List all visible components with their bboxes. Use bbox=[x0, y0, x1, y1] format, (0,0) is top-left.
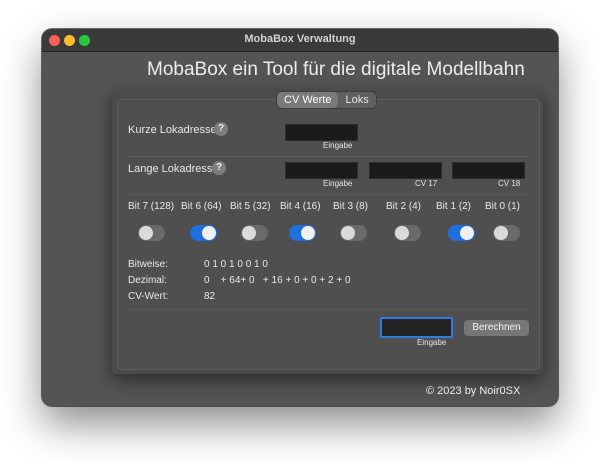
page-title: MobaBox ein Tool für die digitale Modell… bbox=[147, 59, 525, 80]
tab-loks[interactable]: Loks bbox=[338, 92, 375, 108]
dezimal-label: Dezimal: bbox=[128, 275, 167, 286]
bit-0-toggle[interactable] bbox=[493, 225, 520, 241]
toggle-knob bbox=[341, 226, 355, 240]
divider bbox=[128, 156, 528, 157]
bitweise-label: Bitweise: bbox=[128, 259, 169, 270]
short-address-caption: Eingabe bbox=[323, 141, 353, 150]
bit-2-label: Bit 2 (4) bbox=[386, 201, 422, 212]
bitweise-value: 0 1 0 1 0 0 1 0 bbox=[204, 259, 268, 270]
bit-7-label: Bit 7 (128) bbox=[128, 201, 175, 212]
cv-wert-label: CV-Wert: bbox=[128, 291, 169, 302]
bit-6-toggle[interactable] bbox=[190, 225, 217, 241]
toggle-knob bbox=[494, 226, 508, 240]
app-window: MobaBox Verwaltung MobaBox ein Tool für … bbox=[42, 29, 558, 406]
toggle-knob bbox=[242, 226, 256, 240]
bit-1-label: Bit 1 (2) bbox=[436, 201, 472, 212]
bit-0-label: Bit 0 (1) bbox=[485, 201, 521, 212]
calc-input[interactable] bbox=[380, 317, 453, 338]
short-address-label: Kurze Lokadresse bbox=[128, 124, 217, 136]
long-address-label: Lange Lokadresse bbox=[128, 163, 219, 175]
toggle-knob bbox=[395, 226, 409, 240]
window-title: MobaBox Verwaltung bbox=[244, 33, 356, 45]
long-address-input[interactable] bbox=[285, 162, 358, 179]
title-bar: MobaBox Verwaltung bbox=[42, 29, 558, 52]
cv18-field[interactable] bbox=[452, 162, 525, 179]
short-address-help-button[interactable]: ? bbox=[214, 122, 228, 136]
copyright-text: © 2023 by Noir0SX bbox=[426, 385, 521, 397]
divider bbox=[128, 309, 528, 310]
calc-input-caption: Eingabe bbox=[417, 338, 447, 347]
toggle-knob bbox=[301, 226, 315, 240]
bit-6-label: Bit 6 (64) bbox=[181, 201, 222, 212]
bit-1-toggle[interactable] bbox=[448, 225, 475, 241]
short-address-input[interactable] bbox=[285, 124, 358, 141]
bit-4-toggle[interactable] bbox=[289, 225, 316, 241]
bit-7-toggle[interactable] bbox=[138, 225, 165, 241]
main-panel: Kurze Lokadresse ? Eingabe Lange Lokadre… bbox=[112, 91, 543, 374]
toggle-knob bbox=[139, 226, 153, 240]
cv18-caption: CV 18 bbox=[498, 179, 521, 188]
toggle-knob bbox=[202, 226, 216, 240]
tab-content-box: Kurze Lokadresse ? Eingabe Lange Lokadre… bbox=[117, 99, 540, 370]
bit-3-toggle[interactable] bbox=[340, 225, 367, 241]
bit-4-label: Bit 4 (16) bbox=[280, 201, 321, 212]
dezimal-value: 0 + 64+ 0 + 16 + 0 + 0 + 2 + 0 bbox=[204, 275, 351, 286]
cv17-field[interactable] bbox=[369, 162, 442, 179]
bit-3-label: Bit 3 (8) bbox=[333, 201, 369, 212]
long-address-help-button[interactable]: ? bbox=[212, 161, 226, 175]
bit-5-toggle[interactable] bbox=[241, 225, 268, 241]
calculate-button[interactable]: Berechnen bbox=[464, 320, 529, 336]
cv-wert-value: 82 bbox=[204, 291, 216, 302]
tab-bar: CV Werte Loks bbox=[277, 92, 376, 108]
divider bbox=[128, 194, 528, 195]
long-address-input-caption: Eingabe bbox=[323, 179, 353, 188]
tab-cv-werte[interactable]: CV Werte bbox=[277, 92, 339, 108]
cv17-caption: CV 17 bbox=[415, 179, 438, 188]
toggle-knob bbox=[460, 226, 474, 240]
bit-2-toggle[interactable] bbox=[394, 225, 421, 241]
bit-5-label: Bit 5 (32) bbox=[230, 201, 271, 212]
